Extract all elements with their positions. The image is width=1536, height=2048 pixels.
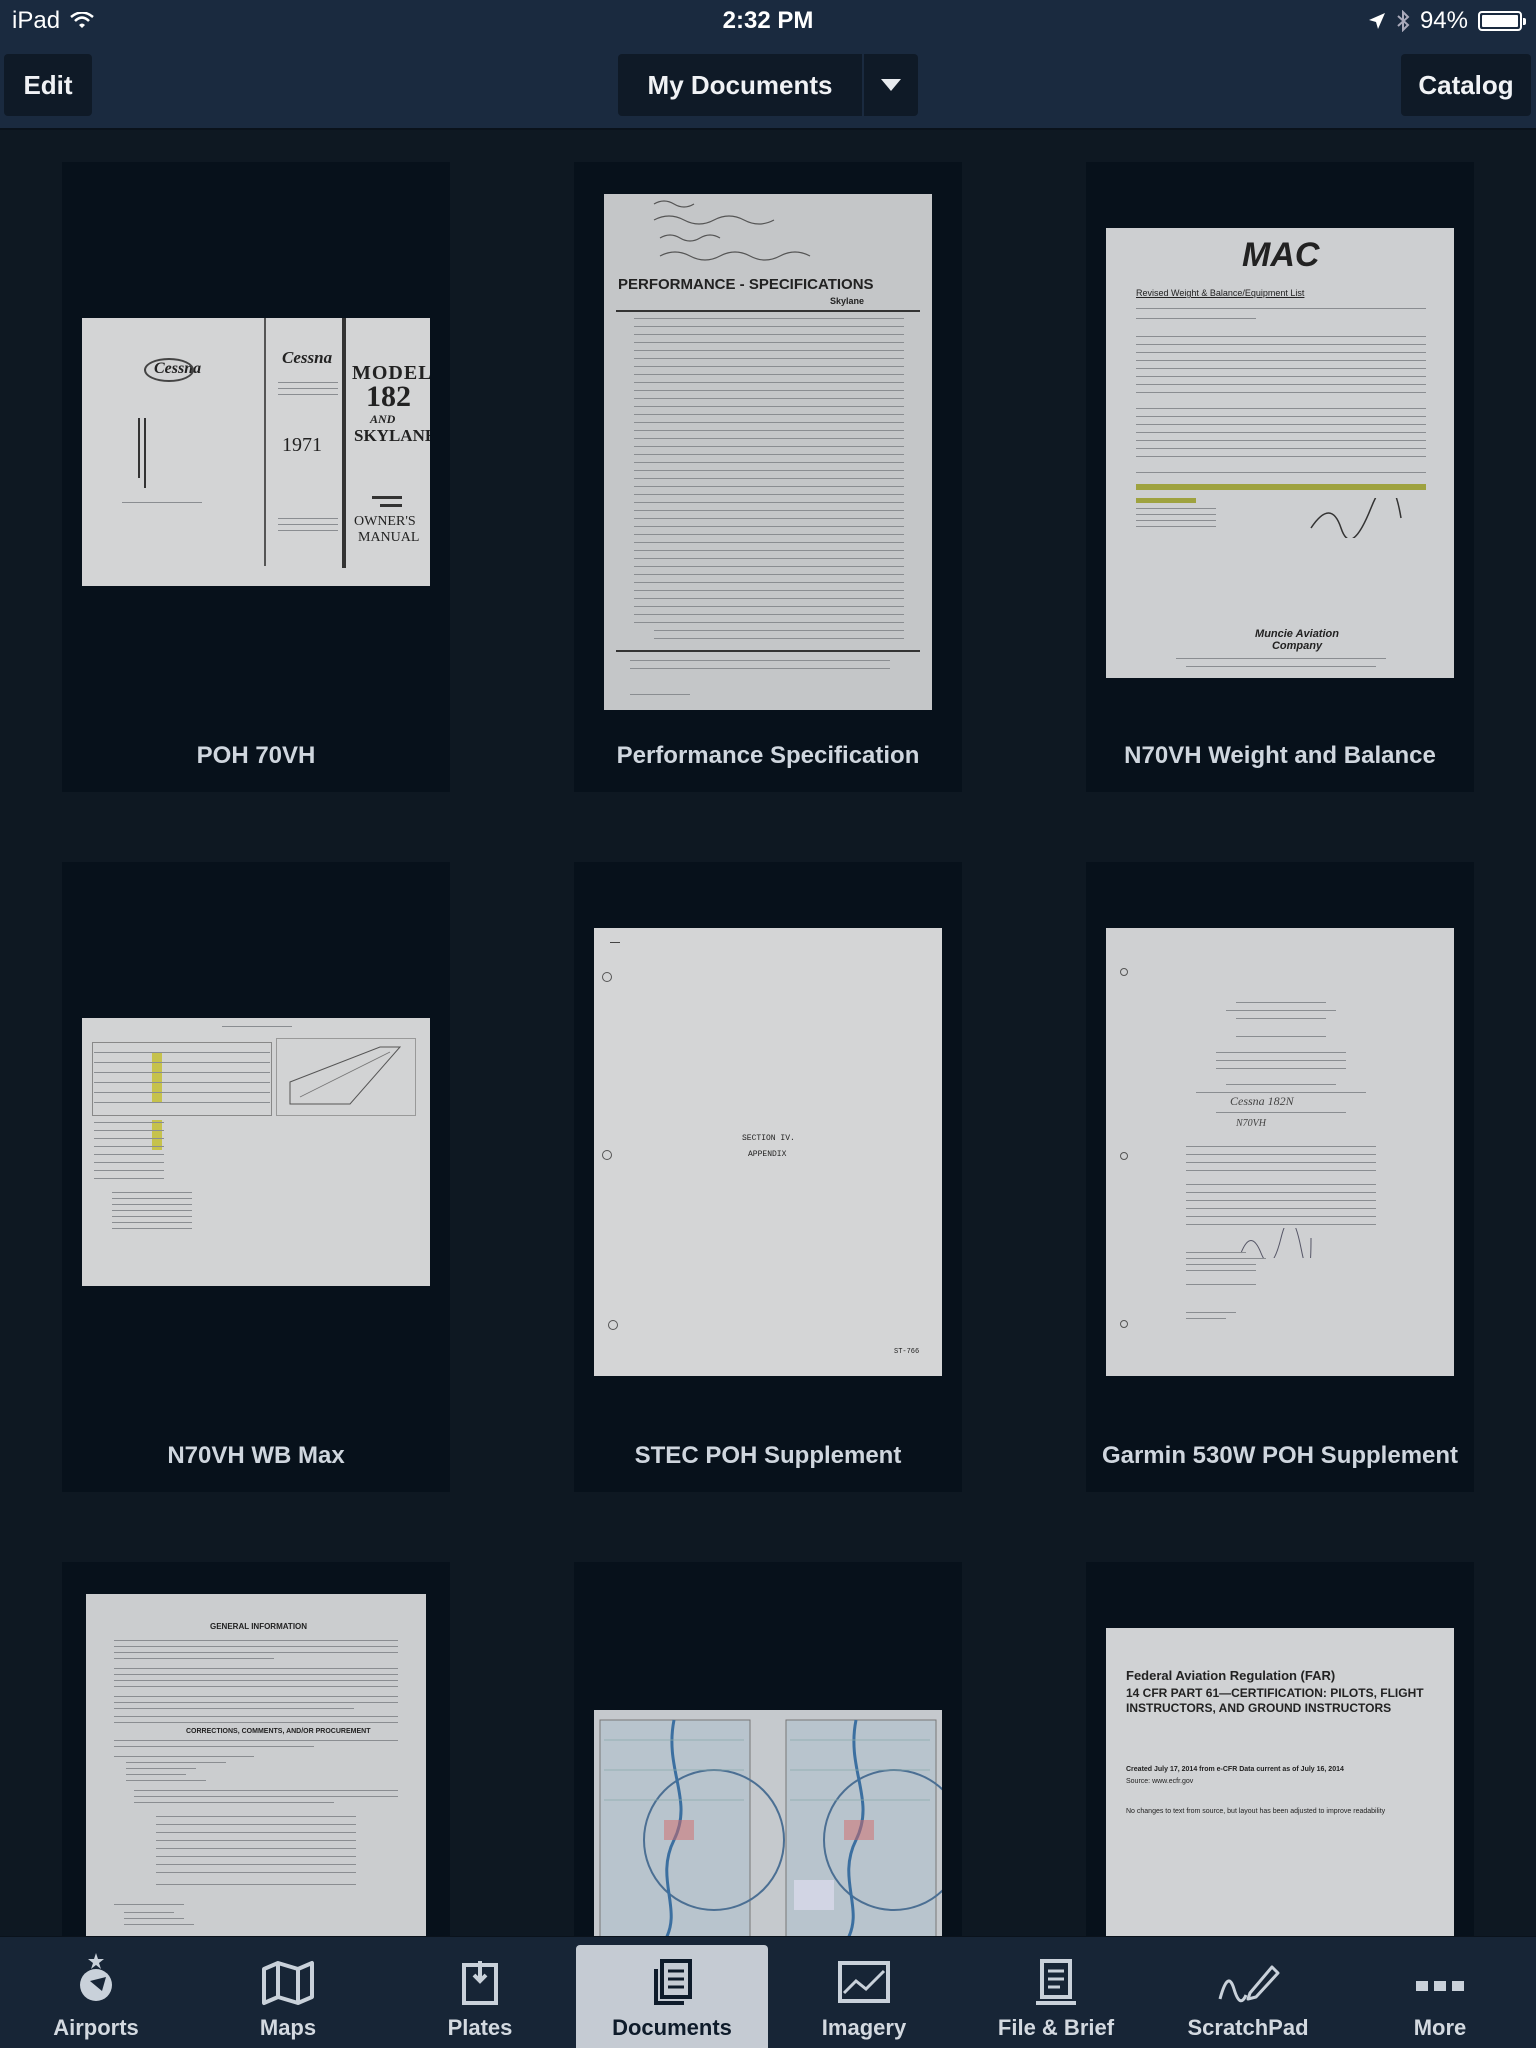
mac-company: Muncie Aviation Company <box>1255 628 1339 652</box>
general-title: GENERAL INFORMATION <box>210 1622 308 1631</box>
document-card[interactable]: PERFORMANCE - SPECIFICATIONS Skylane Per… <box>574 162 962 792</box>
tab-more[interactable]: More <box>1344 1937 1536 2048</box>
document-title: N70VH Weight and Balance <box>1124 742 1436 769</box>
document-title: N70VH WB Max <box>167 1442 345 1469</box>
tab-label: More <box>1413 2015 1467 2040</box>
far-title: Federal Aviation Regulation (FAR) <box>1126 1668 1336 1683</box>
bluetooth-icon <box>1397 10 1410 32</box>
stec-appendix: APPENDIX <box>748 1150 787 1159</box>
map-icon <box>262 1961 314 2005</box>
tab-label: Maps <box>259 2015 317 2040</box>
poh-manual: MANUAL <box>358 530 420 545</box>
far-created: Created July 17, 2014 from e-CFR Data cu… <box>1126 1766 1344 1773</box>
document-title: POH 70VH <box>196 742 316 769</box>
document-title: Performance Specification <box>616 742 920 769</box>
document-thumbnail: Cessna Cessna 1971 MODEL 182 AND SKYLANE… <box>82 318 430 586</box>
airport-icon <box>80 1953 112 2001</box>
documents-selector[interactable]: My Documents <box>618 54 918 116</box>
tab-airports[interactable]: Airports <box>0 1937 192 2048</box>
tab-label: Plates <box>447 2015 513 2040</box>
tab-scratchpad[interactable]: ScratchPad <box>1152 1937 1344 2048</box>
document-thumbnail: SECTION IV. APPENDIX ST-766 <box>594 928 942 1376</box>
edit-button[interactable]: Edit <box>4 54 92 116</box>
chart-map-graphic <box>599 1719 942 1936</box>
tab-label: Documents <box>612 2015 732 2040</box>
signature-graphic <box>1310 498 1402 538</box>
handwriting-graphic <box>653 200 811 261</box>
document-thumbnail: Federal Aviation Regulation (FAR) 14 CFR… <box>1106 1628 1454 1936</box>
mac-logo: MAC <box>1242 236 1320 274</box>
document-thumbnail: MAC Revised Weight & Balance/Equipment L… <box>1106 228 1454 678</box>
status-right: 94% <box>1368 7 1526 35</box>
document-card[interactable]: Cessna Cessna 1971 MODEL 182 AND SKYLANE… <box>62 162 450 792</box>
scratchpad-icon <box>1218 1965 1280 2003</box>
chevron-down-icon <box>881 79 901 91</box>
tab-file-brief[interactable]: File & Brief <box>960 1937 1152 2048</box>
document-grid: Cessna Cessna 1971 MODEL 182 AND SKYLANE… <box>0 132 1536 1936</box>
garmin-reg: N70VH <box>1236 1118 1266 1129</box>
location-arrow-icon <box>1368 13 1385 29</box>
stec-section: SECTION IV. <box>742 1134 795 1143</box>
document-title: Garmin 530W POH Supplement <box>1101 1442 1459 1469</box>
mac-heading: Revised Weight & Balance/Equipment List <box>1136 288 1305 298</box>
poh-owners: OWNER'S <box>354 514 416 529</box>
document-thumbnail <box>594 1710 942 1936</box>
garmin-signature-text: Cessna 182N <box>1230 1094 1294 1108</box>
far-note: No changes to text from source, but layo… <box>1126 1808 1386 1815</box>
tab-documents[interactable]: Documents <box>576 1945 768 2048</box>
tab-plates[interactable]: Plates <box>384 1937 576 2048</box>
document-thumbnail <box>82 1018 430 1286</box>
catalog-button[interactable]: Catalog <box>1401 54 1531 116</box>
battery-percent: 94% <box>1419 7 1468 34</box>
cessna-logo-2: Cessna <box>282 348 333 367</box>
garmin-signature-graphic <box>1240 1228 1312 1258</box>
documents-icon <box>654 1959 692 2005</box>
document-thumbnail: Cessna 182N N70VH <box>1106 928 1454 1376</box>
document-card[interactable]: SECTION IV. APPENDIX ST-766 STEC POH Sup… <box>574 862 962 1492</box>
status-bar: iPad 2:32 PM 94% <box>0 0 1536 40</box>
document-thumbnail: GENERAL INFORMATION CORRECTIONS, COMMENT… <box>86 1594 426 1936</box>
poh-and: AND <box>370 412 396 426</box>
more-icon <box>1416 1981 1464 1991</box>
documents-selector-dropdown[interactable] <box>864 54 918 116</box>
tab-maps[interactable]: Maps <box>192 1937 384 2048</box>
file-brief-icon <box>1036 1959 1076 2005</box>
tab-bar: Airports Maps Plates Documents Imagery F… <box>0 1936 1536 2048</box>
document-card[interactable]: GENERAL INFORMATION CORRECTIONS, COMMENT… <box>62 1562 450 1936</box>
tab-label: ScratchPad <box>1187 2015 1309 2040</box>
poh-skylane: SKYLANE <box>354 426 430 445</box>
nav-bar: Edit My Documents Catalog <box>0 40 1536 130</box>
perf-header: PERFORMANCE - SPECIFICATIONS <box>618 276 874 293</box>
status-time: 2:32 PM <box>722 7 814 34</box>
tab-imagery[interactable]: Imagery <box>768 1937 960 2048</box>
document-card[interactable] <box>574 1562 962 1936</box>
document-card[interactable]: MAC Revised Weight & Balance/Equipment L… <box>1086 162 1474 792</box>
poh-year: 1971 <box>282 434 322 456</box>
document-card[interactable]: Cessna 182N N70VH Garmin 530W POH Supple… <box>1086 862 1474 1492</box>
tab-label: Imagery <box>821 2015 907 2040</box>
documents-selector-label[interactable]: My Documents <box>618 54 862 116</box>
stec-page: ST-766 <box>894 1348 920 1356</box>
document-card[interactable]: Federal Aviation Regulation (FAR) 14 CFR… <box>1086 1562 1474 1936</box>
tab-label: Airports <box>53 2015 139 2040</box>
imagery-icon <box>838 1961 890 2003</box>
document-title: STEC POH Supplement <box>634 1442 902 1469</box>
wb-chart-graphic <box>289 1046 402 1105</box>
far-source: Source: www.ecfr.gov <box>1126 1778 1194 1785</box>
perf-sub: Skylane <box>830 296 865 306</box>
plates-icon <box>462 1961 498 2005</box>
general-subtitle: CORRECTIONS, COMMENTS, AND/OR PROCUREMEN… <box>186 1728 371 1735</box>
battery-icon <box>1478 11 1526 31</box>
far-subtitle: 14 CFR PART 61—CERTIFICATION: PILOTS, FL… <box>1126 1686 1424 1715</box>
poh-number: 182 <box>366 380 411 413</box>
tab-label: File & Brief <box>997 2015 1115 2040</box>
document-thumbnail: PERFORMANCE - SPECIFICATIONS Skylane <box>604 194 932 710</box>
document-card[interactable]: N70VH WB Max <box>62 862 450 1492</box>
